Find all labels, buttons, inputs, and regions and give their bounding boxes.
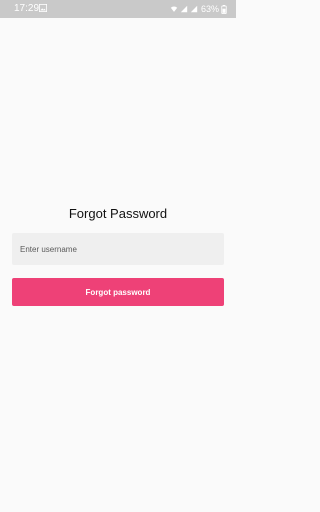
- battery-percent: 63%: [200, 4, 219, 14]
- gallery-icon: [39, 4, 47, 12]
- username-input[interactable]: [12, 233, 224, 265]
- status-time: 17:29: [14, 3, 40, 14]
- signal-icon: [180, 5, 188, 13]
- battery-icon: [221, 4, 227, 14]
- status-icons: 63%: [170, 2, 227, 16]
- status-bar: 17:29 63%: [0, 0, 236, 18]
- page-title: Forgot Password: [68, 206, 168, 221]
- forgot-password-button[interactable]: Forgot password: [12, 278, 224, 306]
- signal-icon: [190, 5, 198, 13]
- wifi-icon: [170, 6, 178, 12]
